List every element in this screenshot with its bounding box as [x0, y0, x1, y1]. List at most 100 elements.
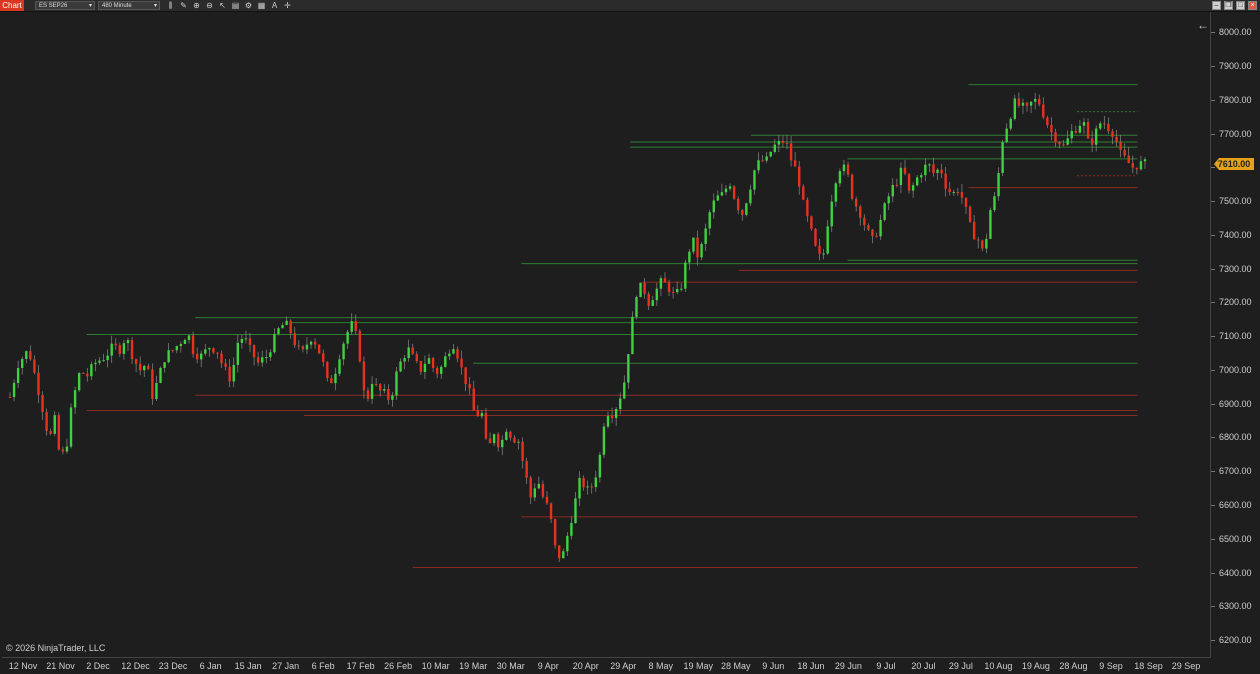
candle: [822, 249, 825, 260]
candle: [814, 227, 817, 247]
close-button[interactable]: ×: [1248, 1, 1257, 10]
candle: [374, 378, 378, 387]
candle: [521, 437, 524, 469]
candle: [651, 295, 654, 307]
candle: [1143, 157, 1147, 169]
candle: [496, 432, 500, 452]
candle: [989, 207, 992, 240]
crosshair-icon[interactable]: ✛: [283, 1, 292, 10]
templates-icon[interactable]: ▦: [257, 1, 266, 10]
candle: [1025, 101, 1029, 112]
candle: [110, 335, 113, 363]
price-axis[interactable]: 8000.007900.007800.007700.007600.007500.…: [1211, 12, 1260, 657]
candle: [1029, 101, 1033, 114]
bars-type-icon[interactable]: ⫼: [166, 1, 175, 10]
candle: [802, 184, 805, 201]
x-tick-label: 6 Feb: [311, 661, 335, 671]
price-chart-panel[interactable]: [2, 12, 1211, 658]
candle: [700, 242, 703, 261]
candle: [1119, 134, 1122, 158]
candle: [663, 272, 667, 283]
candle: [671, 286, 675, 299]
minimize-button[interactable]: –: [1212, 1, 1221, 10]
y-tick: [1211, 268, 1215, 270]
candle: [163, 362, 166, 373]
candle: [964, 197, 968, 214]
x-tick-label: 20 Jul: [911, 661, 936, 671]
y-tick-label: 6300.00: [1219, 601, 1252, 612]
chevron-down-icon: ▾: [153, 3, 157, 9]
candle: [952, 189, 955, 196]
instrument-selector[interactable]: ES SEP26 ▾: [35, 1, 95, 10]
candle: [834, 181, 838, 207]
candle: [728, 183, 732, 191]
candle: [216, 352, 219, 359]
y-tick: [1211, 234, 1215, 236]
candle: [675, 281, 679, 295]
chart-tab[interactable]: Chart: [0, 0, 24, 11]
candle: [1074, 125, 1078, 134]
candle: [244, 330, 248, 344]
y-tick: [1211, 167, 1215, 169]
candle: [167, 343, 170, 364]
candle: [680, 283, 683, 292]
candle: [948, 181, 951, 196]
time-axis[interactable]: 12 Nov 21 Nov 2 Dec 12 Dec 23 Dec 6 Jan 15 Jan…: [0, 658, 1260, 674]
candle: [407, 339, 410, 362]
interval-selector[interactable]: 480 Minute ▾: [98, 1, 160, 10]
candle: [102, 353, 105, 362]
candle: [460, 350, 463, 375]
maximize-button[interactable]: □: [1236, 1, 1245, 10]
text-icon[interactable]: A: [270, 1, 279, 10]
candle: [342, 341, 345, 366]
candle: [696, 230, 699, 266]
candle: [643, 277, 646, 299]
candle: [317, 344, 321, 354]
candle: [789, 136, 793, 167]
pointer-icon[interactable]: ↖: [218, 1, 227, 10]
candle: [395, 367, 398, 400]
candle: [82, 372, 85, 375]
candle: [16, 360, 20, 388]
candle: [106, 349, 109, 368]
x-tick-label: 8 May: [648, 661, 674, 671]
candle: [704, 223, 707, 251]
candle: [179, 341, 183, 353]
restore-button[interactable]: ❐: [1224, 1, 1233, 10]
candle: [220, 350, 223, 368]
candle: [745, 202, 748, 217]
back-arrow-icon[interactable]: ←: [1197, 18, 1209, 32]
candle: [1062, 140, 1065, 147]
candle: [37, 364, 40, 404]
candle: [838, 168, 842, 187]
candle: [61, 446, 65, 455]
y-tick-label: 7500.00: [1219, 196, 1252, 207]
zoom-in-icon[interactable]: ⊕: [192, 1, 201, 10]
candle: [49, 428, 52, 436]
candle: [639, 282, 642, 298]
candle: [122, 339, 126, 360]
candle: [557, 545, 561, 563]
candle: [240, 334, 244, 349]
y-tick-label: 7200.00: [1219, 297, 1252, 308]
y-tick-label: 7100.00: [1219, 331, 1252, 342]
candle: [1038, 94, 1041, 107]
candle: [313, 338, 317, 349]
candle: [798, 161, 801, 195]
candle: [309, 340, 313, 349]
x-tick-label: 9 Jul: [876, 661, 896, 671]
strategy-icon[interactable]: ⚙: [244, 1, 253, 10]
candle: [415, 351, 419, 364]
zoom-out-icon[interactable]: ⊖: [205, 1, 214, 10]
y-tick: [1211, 640, 1215, 642]
x-tick-label: 10 Aug: [984, 661, 1013, 671]
properties-icon[interactable]: ▤: [231, 1, 240, 10]
x-tick-label: 28 Aug: [1059, 661, 1088, 671]
candle: [98, 356, 101, 366]
candle: [895, 178, 899, 188]
draw-icon[interactable]: ✎: [179, 1, 188, 10]
candle: [850, 173, 854, 201]
x-tick-label: 6 Jan: [199, 661, 222, 671]
candle: [86, 367, 89, 382]
candle: [1017, 92, 1021, 108]
